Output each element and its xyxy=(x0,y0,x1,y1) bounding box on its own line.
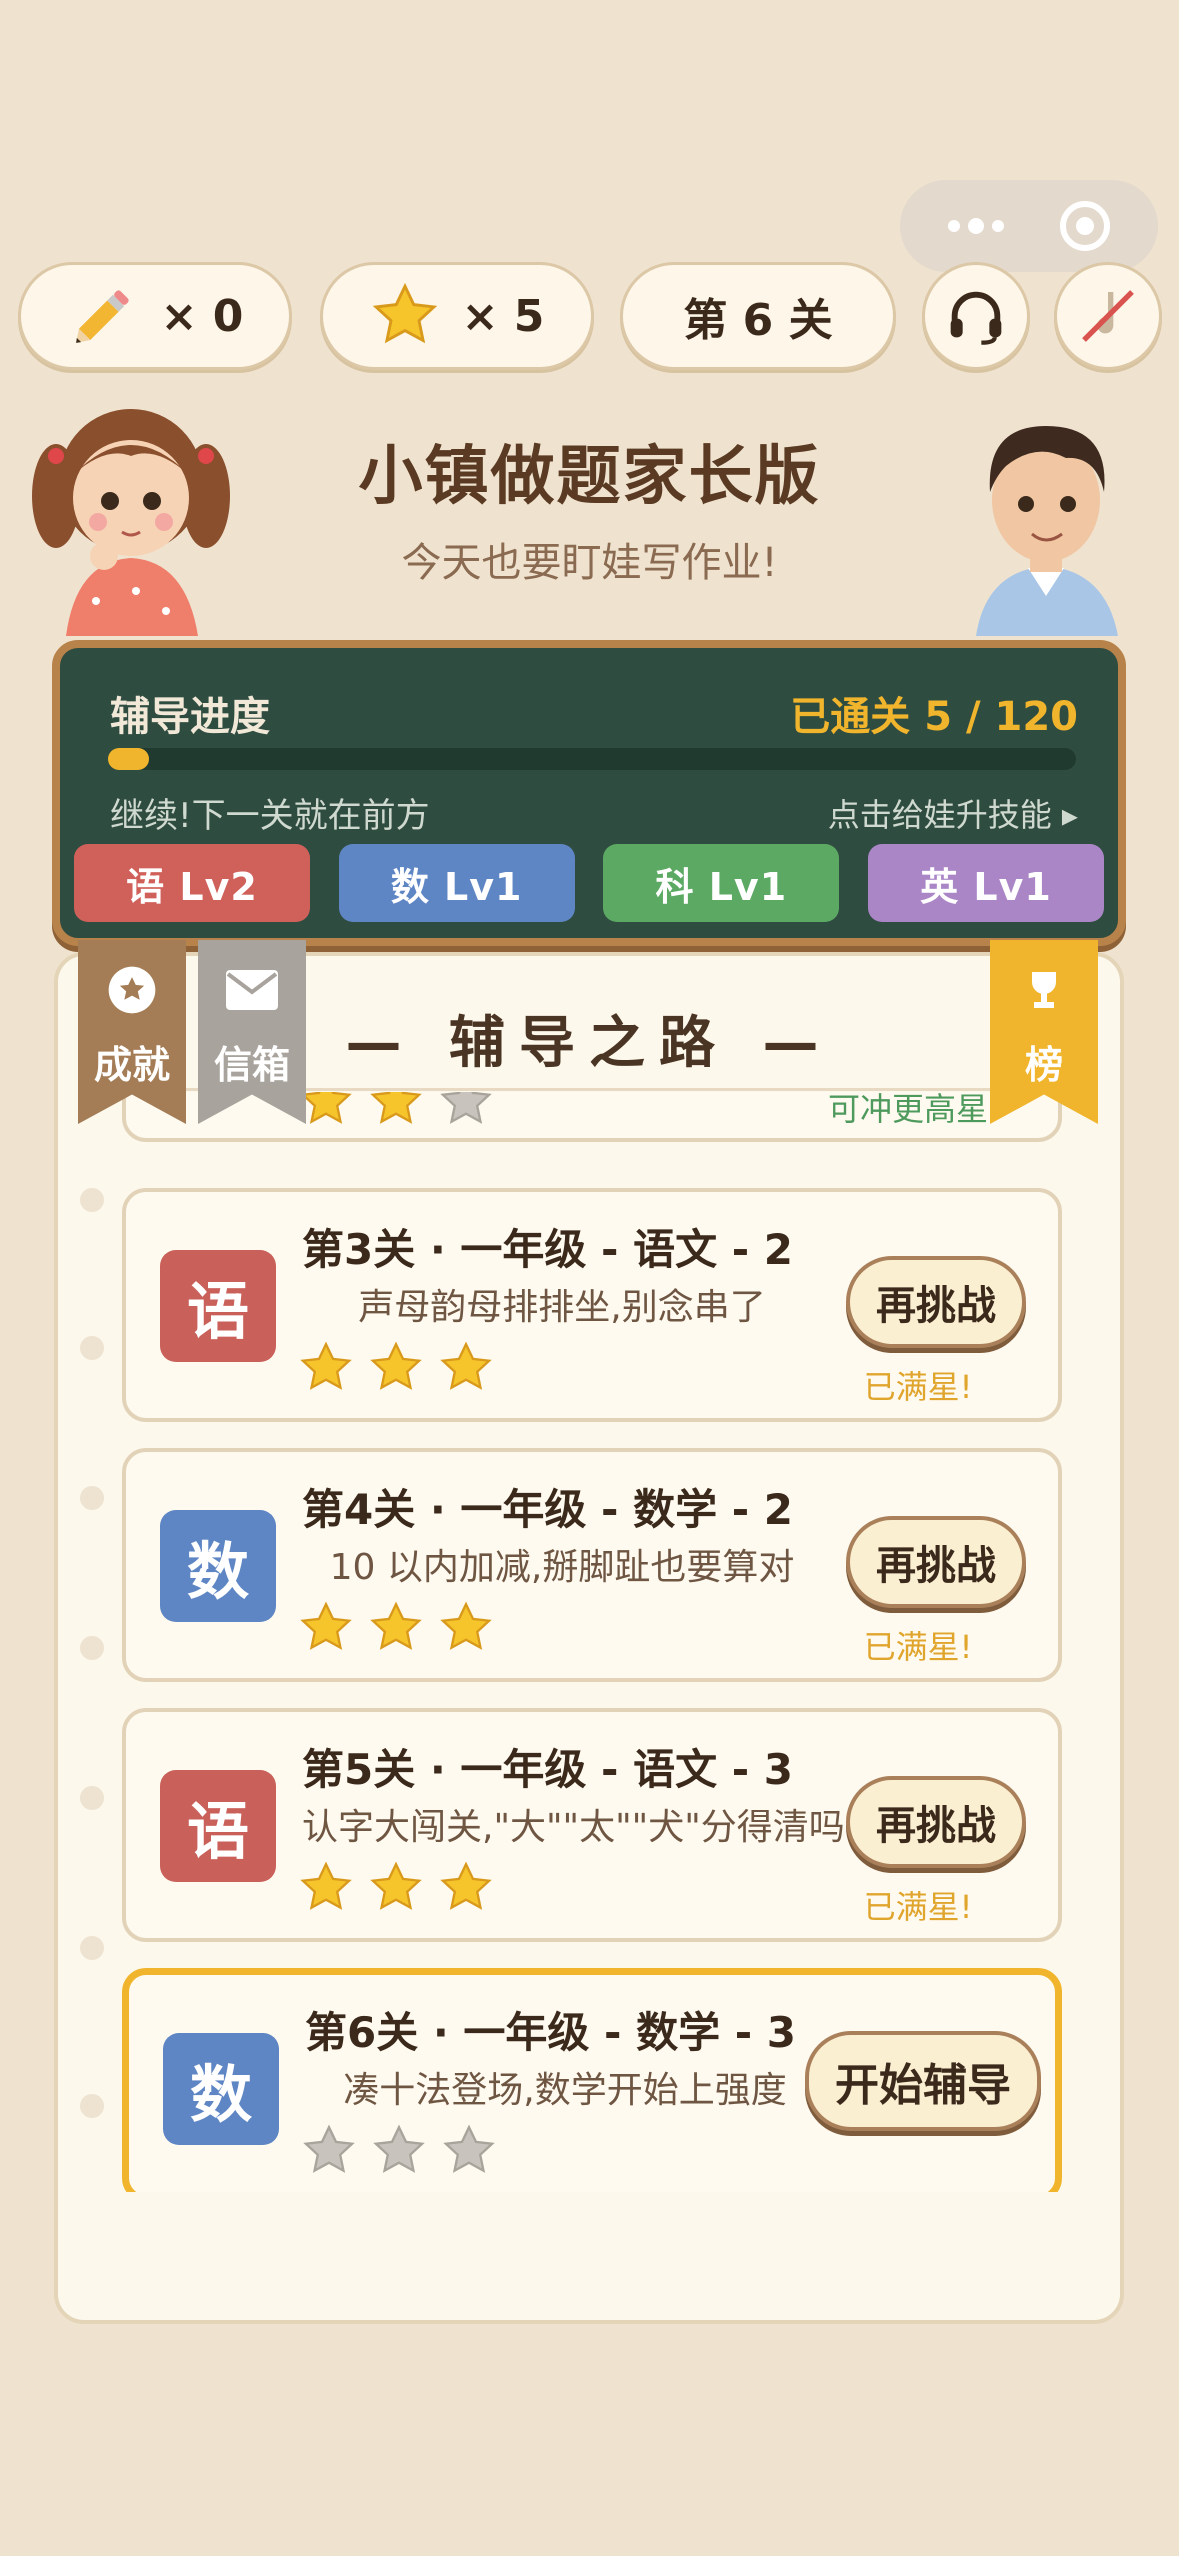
page-subtitle: 今天也要盯娃写作业! xyxy=(401,540,778,586)
level-card[interactable]: 数第6关 · 一年级 - 数学 - 3 凑十法登场,数学开始上强度 开始辅导 xyxy=(122,1968,1062,2192)
customer-service-button[interactable] xyxy=(922,262,1030,370)
close-miniprogram-icon[interactable] xyxy=(1060,201,1110,251)
medal-icon xyxy=(104,962,160,1018)
level-list[interactable]: 可冲更高星 语第3关 · 一年级 - 语文 - 2 声母韵母排排坐,别念串了 再挑战… xyxy=(58,1092,1120,2192)
level-status: 已满星! xyxy=(863,1628,973,1666)
star-counter[interactable]: × 5 xyxy=(320,262,594,370)
miniprogram-capsule xyxy=(900,180,1158,272)
star-icon xyxy=(370,1601,422,1650)
star-icon xyxy=(372,282,437,344)
star-icon xyxy=(300,1601,352,1650)
level-title: 第5关 · 一年级 - 语文 - 3 xyxy=(302,1745,793,1794)
subject-math-button[interactable]: 数 Lv1 xyxy=(338,844,575,922)
star-empty-icon xyxy=(373,2124,425,2173)
level-title: 第6关 · 一年级 - 数学 - 3 xyxy=(305,2008,796,2057)
pencil-counter[interactable]: × 0 xyxy=(18,262,292,370)
upgrade-skill-link[interactable]: 点击给娃升技能 ▸ xyxy=(828,790,1078,836)
mail-icon xyxy=(224,962,280,1018)
headset-icon xyxy=(950,291,1002,345)
achievements-label: 成就 xyxy=(93,1043,170,1087)
star-empty-icon xyxy=(303,2124,355,2173)
tutoring-road-panel: — 辅导之路 — 可冲更高星 语第3关 · 一年级 - 语文 - 2 声母韵母排排… xyxy=(54,952,1124,2324)
star-icon xyxy=(370,1861,422,1910)
star-empty-icon xyxy=(443,2124,495,2173)
retry-button[interactable]: 再挑战 xyxy=(846,1516,1026,1608)
retry-button[interactable]: 再挑战 xyxy=(846,1256,1026,1348)
subject-badge: 语 xyxy=(160,1250,276,1362)
trophy-icon xyxy=(1016,962,1072,1018)
star-rating xyxy=(298,1092,494,1130)
star-rating xyxy=(298,1340,494,1396)
progress-board: 辅导进度 已通关 5 / 120 继续!下一关就在前方 点击给娃升技能 ▸ 语 … xyxy=(52,640,1126,946)
subject-levels: 语 Lv2 数 Lv1 科 Lv1 英 Lv1 xyxy=(74,844,1104,922)
star-rating xyxy=(298,1860,494,1916)
level-card[interactable]: 语第5关 · 一年级 - 语文 - 3 认字大闯关,"大""太""犬"分得清吗 再挑… xyxy=(122,1708,1062,1942)
progress-bar xyxy=(108,748,1076,770)
level-description: 10 以内加减,掰脚趾也要算对 xyxy=(329,1547,795,1588)
level-title: 第4关 · 一年级 - 数学 - 2 xyxy=(302,1485,793,1534)
subject-badge: 语 xyxy=(160,1770,276,1882)
mailbox-label: 信箱 xyxy=(213,1043,290,1087)
leaderboard-label: 榜 xyxy=(1024,1043,1063,1087)
star-icon xyxy=(300,1341,352,1390)
level-status: 已满星! xyxy=(863,1888,973,1926)
progress-hint: 继续!下一关就在前方 xyxy=(110,796,430,836)
progress-label: 辅导进度 xyxy=(110,694,270,740)
progress-bar-fill xyxy=(108,748,149,770)
cleared-count: 已通关 5 / 120 xyxy=(790,694,1078,740)
level-description: 声母韵母排排坐,别念串了 xyxy=(358,1287,766,1328)
subject-chinese-button[interactable]: 语 Lv2 xyxy=(74,844,310,922)
level-card[interactable]: 数第4关 · 一年级 - 数学 - 2 10 以内加减,掰脚趾也要算对 再挑战已满星… xyxy=(122,1448,1062,1682)
star-icon xyxy=(440,1861,492,1910)
level-title: 第3关 · 一年级 - 语文 - 2 xyxy=(302,1225,793,1274)
star-icon xyxy=(300,1861,352,1910)
level-status: 已满星! xyxy=(863,1368,973,1406)
page-title: 小镇做题家长版 xyxy=(358,440,821,514)
star-icon xyxy=(370,1341,422,1390)
subject-badge: 数 xyxy=(163,2033,279,2145)
star-rating xyxy=(298,1600,494,1656)
star-empty-icon xyxy=(440,1092,492,1124)
level-card[interactable]: 语第3关 · 一年级 - 语文 - 2 声母韵母排排坐,别念串了 再挑战已满星! xyxy=(122,1188,1062,1422)
subject-badge: 数 xyxy=(160,1510,276,1622)
star-icon xyxy=(370,1092,422,1124)
pencil-icon xyxy=(75,290,129,343)
more-icon[interactable] xyxy=(948,218,1004,234)
star-rating xyxy=(301,2123,497,2179)
subject-science-button[interactable]: 科 Lv1 xyxy=(603,844,840,922)
pencil-count: × 0 xyxy=(160,290,244,342)
level-description: 认字大闯关,"大""太""犬"分得清吗 xyxy=(302,1807,845,1848)
subject-english-button[interactable]: 英 Lv1 xyxy=(867,844,1104,922)
level-description: 凑十法登场,数学开始上强度 xyxy=(343,2070,787,2111)
music-off-icon xyxy=(1082,290,1134,342)
retry-button[interactable]: 再挑战 xyxy=(846,1776,1026,1868)
star-icon xyxy=(440,1601,492,1650)
star-icon xyxy=(300,1092,352,1124)
star-icon xyxy=(440,1341,492,1390)
level-indicator: 第 6 关 xyxy=(620,262,896,370)
level-status: 可冲更高星 xyxy=(827,1092,988,1128)
star-count: × 5 xyxy=(461,290,545,342)
current-level: 第 6 关 xyxy=(683,295,833,346)
start-tutoring-button[interactable]: 开始辅导 xyxy=(805,2031,1041,2131)
music-toggle-button[interactable] xyxy=(1054,262,1162,370)
